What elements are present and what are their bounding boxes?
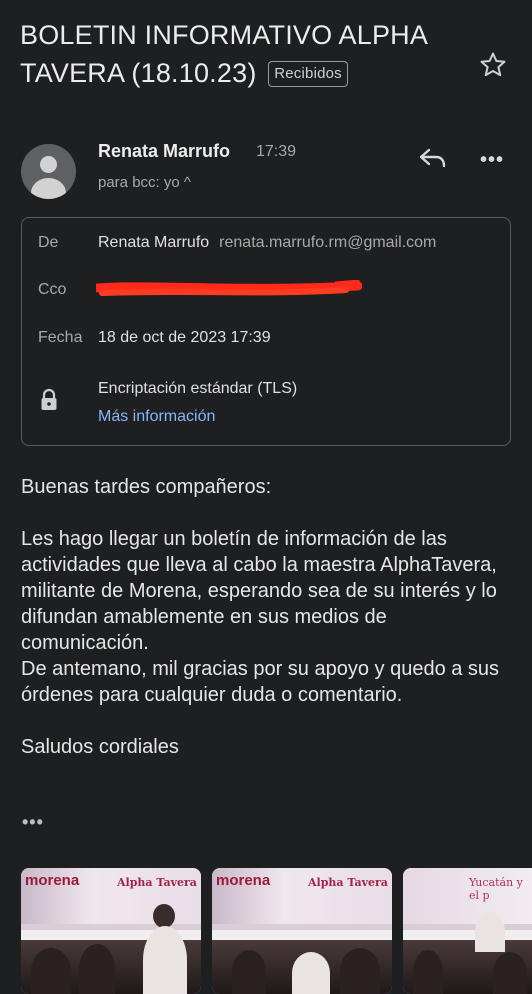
from-name: Renata Marrufo — [98, 234, 210, 251]
star-icon[interactable] — [478, 50, 508, 80]
attachment-thumbnail[interactable]: Yucatán y el p — [403, 868, 532, 994]
avatar-icon[interactable] — [21, 144, 76, 199]
sender-time: 17:39 — [256, 143, 297, 160]
attachment-heading: Alpha Tavera — [308, 876, 388, 889]
from-email[interactable]: renata.marrufo.rm@gmail.com — [219, 234, 436, 251]
label-badge[interactable]: Recibidos — [268, 61, 348, 87]
sender-name[interactable]: Renata Marrufo — [98, 141, 230, 162]
date-label: Fecha — [38, 329, 83, 346]
email-subject: BOLETIN INFORMATIVO ALPHA TAVERA (18.10.… — [20, 16, 460, 92]
recipient-toggle[interactable]: para bcc: yo ^ — [98, 174, 191, 191]
subject-text: BOLETIN INFORMATIVO ALPHA TAVERA (18.10.… — [20, 20, 427, 88]
from-value: Renata Marrufo renata.marrufo.rm@gmail.co… — [98, 234, 436, 252]
cc-label: Cco — [38, 281, 67, 298]
lock-icon — [41, 388, 57, 410]
more-info-link[interactable]: Más información — [98, 408, 215, 426]
attachment-thumbnail[interactable]: morena Alpha Tavera — [21, 868, 201, 994]
from-label: De — [38, 234, 59, 251]
show-trimmed-content-button[interactable]: ••• — [22, 812, 44, 833]
attachment-heading: Alpha Tavera — [117, 876, 197, 889]
attachment-logo: morena — [25, 872, 80, 889]
reply-icon[interactable] — [418, 146, 448, 172]
encryption-text: Encriptación estándar (TLS) — [98, 380, 298, 397]
attachment-heading: Yucatán y el p — [469, 876, 523, 902]
date-value: 18 de oct de 2023 17:39 — [98, 329, 271, 346]
redaction-mark — [96, 280, 362, 296]
more-options-icon[interactable]: ••• — [480, 150, 506, 170]
email-body: Buenas tardes compañeros: Les hago llega… — [21, 476, 500, 758]
sender-details-panel: De Renata Marrufo renata.marrufo.rm@gmail… — [21, 217, 511, 446]
attachment-thumbnail[interactable]: morena Alpha Tavera — [212, 868, 392, 994]
attachment-logo: morena — [216, 872, 271, 889]
